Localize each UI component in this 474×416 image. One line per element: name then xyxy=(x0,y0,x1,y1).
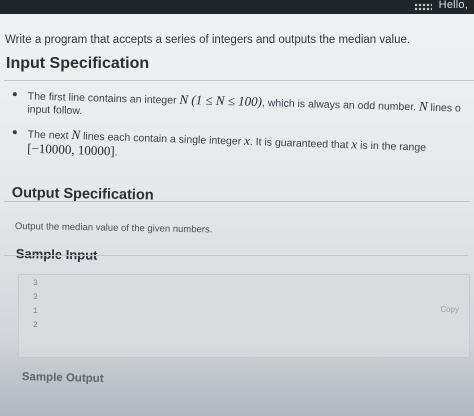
page: Hello, Write a program that accepts a se… xyxy=(0,0,474,416)
sample-input-box[interactable]: 3 3 1 2 Copy xyxy=(18,274,470,358)
problem-content: Write a program that accepts a series of… xyxy=(0,14,474,416)
sample-input-line: 3 xyxy=(33,293,38,302)
divider xyxy=(4,255,468,256)
math-expression: N xyxy=(71,127,81,143)
screen-share-icon[interactable] xyxy=(414,3,432,11)
sample-output-heading: Sample Output xyxy=(21,371,104,386)
problem-intro: Write a program that accepts a series of… xyxy=(5,34,411,46)
bullet-icon xyxy=(12,92,17,97)
top-bar: Hello, xyxy=(0,0,474,14)
input-spec-item: The next N lines each contain a single i… xyxy=(9,126,474,172)
output-spec-text: Output the median value of the given num… xyxy=(14,221,213,236)
input-spec-list: The first line contains an integer N (1 … xyxy=(9,88,474,159)
divider xyxy=(4,80,474,81)
math-range: [−10000, 10000] xyxy=(27,140,115,159)
sample-input-line: 2 xyxy=(33,321,38,330)
math-expression: x xyxy=(351,136,358,152)
sample-input-line: 3 xyxy=(33,279,38,288)
math-expression: N (1 ≤ N ≤ 100) xyxy=(179,91,263,110)
input-spec-item: The first line contains an integer N (1 … xyxy=(9,88,474,129)
divider xyxy=(4,201,470,202)
input-spec-heading: Input Specification xyxy=(6,55,150,72)
math-expression: N xyxy=(418,98,428,114)
sample-input-line: 1 xyxy=(33,307,38,316)
user-greeting[interactable]: Hello, xyxy=(439,0,468,11)
bullet-icon xyxy=(12,130,17,135)
copy-button[interactable]: Copy xyxy=(440,305,459,314)
